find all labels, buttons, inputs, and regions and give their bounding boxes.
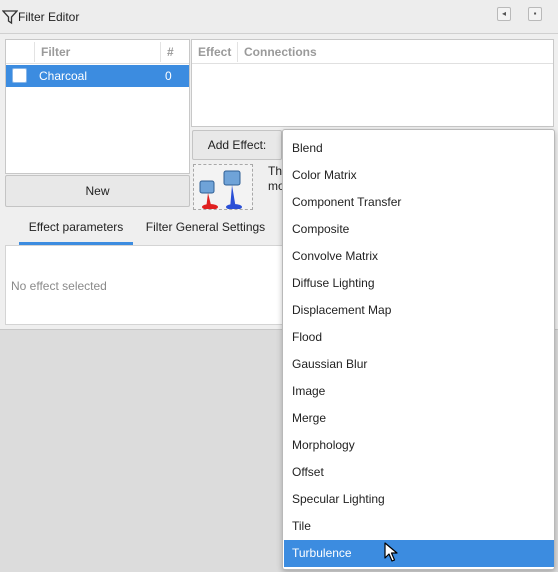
menu-item-composite[interactable]: Composite <box>284 216 554 243</box>
menu-item-component-transfer[interactable]: Component Transfer <box>284 189 554 216</box>
menu-item-morphology[interactable]: Morphology <box>284 432 554 459</box>
add-effect-dropdown[interactable]: Blend Color Matrix Component Transfer Co… <box>282 129 555 570</box>
window-title: Filter Editor <box>18 10 80 24</box>
mouse-cursor-icon <box>384 542 398 562</box>
menu-item-color-matrix[interactable]: Color Matrix <box>284 162 554 189</box>
tab-effect-parameters[interactable]: Effect parameters <box>19 209 133 245</box>
menu-item-merge[interactable]: Merge <box>284 405 554 432</box>
filter-name[interactable]: Charcoal <box>39 69 87 83</box>
dock-icon[interactable]: ◂ <box>497 7 511 21</box>
menu-item-flood[interactable]: Flood <box>284 324 554 351</box>
column-header-connections[interactable]: Connections <box>244 40 317 64</box>
column-separator <box>34 42 35 62</box>
column-header-filter[interactable]: Filter <box>41 40 70 64</box>
menu-item-displacement-map[interactable]: Displacement Map <box>284 297 554 324</box>
effect-list[interactable]: Effect Connections <box>191 39 554 127</box>
column-separator <box>237 42 238 62</box>
menu-item-tile[interactable]: Tile <box>284 513 554 540</box>
menu-item-gaussian-blur[interactable]: Gaussian Blur <box>284 351 554 378</box>
menu-item-turbulence[interactable]: Turbulence <box>284 540 554 567</box>
menu-item-specular-lighting[interactable]: Specular Lighting <box>284 486 554 513</box>
title-bar <box>0 0 558 34</box>
filter-row[interactable]: Charcoal 0 <box>6 65 189 87</box>
empty-state-text: No effect selected <box>11 279 107 293</box>
column-separator <box>160 42 161 62</box>
menu-item-convolve-matrix[interactable]: Convolve Matrix <box>284 243 554 270</box>
column-header-effect[interactable]: Effect <box>198 40 231 64</box>
add-effect-button[interactable]: Add Effect: <box>192 130 282 160</box>
filter-list[interactable]: Filter # Charcoal 0 <box>5 39 190 174</box>
filter-list-header: Filter # <box>6 40 189 64</box>
filter-active-checkbox[interactable] <box>12 68 27 83</box>
paint-buckets-icon <box>193 164 253 210</box>
effect-list-header: Effect Connections <box>192 40 553 64</box>
filter-count: 0 <box>165 69 172 83</box>
new-filter-button[interactable]: New <box>5 175 190 207</box>
column-header-count[interactable]: # <box>167 40 174 64</box>
menu-item-image[interactable]: Image <box>284 378 554 405</box>
close-icon[interactable]: ▪ <box>528 7 542 21</box>
filter-funnel-icon <box>2 10 18 25</box>
menu-item-offset[interactable]: Offset <box>284 459 554 486</box>
tab-filter-general-settings[interactable]: Filter General Settings <box>143 209 268 245</box>
tab-content-area: No effect selected <box>5 245 305 325</box>
menu-item-diffuse-lighting[interactable]: Diffuse Lighting <box>284 270 554 297</box>
menu-item-blend[interactable]: Blend <box>284 135 554 162</box>
